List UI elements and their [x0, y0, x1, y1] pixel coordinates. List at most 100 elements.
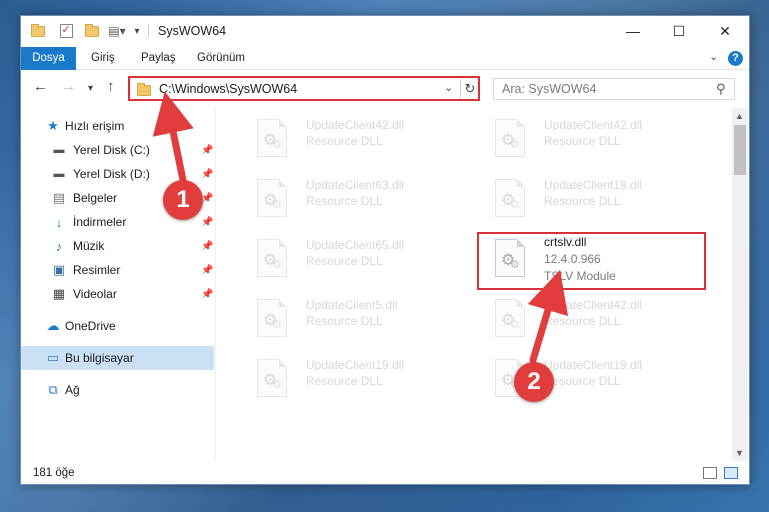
dll-file-icon: ⚙⚙: [257, 119, 287, 157]
sidebar-item-label: Resimler: [73, 263, 121, 277]
dll-file-icon: ⚙⚙: [495, 299, 525, 337]
file-item[interactable]: ⚙⚙ UpdateClient19.dll Resource DLL: [477, 172, 707, 224]
sidebar-item-this-pc[interactable]: ▭ Bu bilgisayar: [21, 346, 214, 370]
file-list: ⚙ ⚙ UpdateClient42.dll Resource DLL ⚙ ⚙ Up…: [217, 108, 732, 461]
dll-file-icon: ⚙⚙: [257, 359, 287, 397]
pin-icon[interactable]: 📌: [201, 241, 213, 252]
sidebar-item-label: OneDrive: [65, 319, 116, 333]
scroll-down-icon[interactable]: ▼: [735, 448, 744, 458]
expand-ribbon-icon[interactable]: ⌄: [709, 50, 718, 63]
sidebar-item-muzik[interactable]: ♪ Müzik 📌: [21, 234, 214, 258]
close-button[interactable]: ✕: [702, 16, 748, 46]
downloads-icon: ↓: [55, 214, 63, 230]
search-box[interactable]: Ara: SysWOW64 ⚲: [493, 78, 735, 100]
drive-icon: ▬: [53, 144, 65, 156]
sidebar-item-disk-c[interactable]: ▬ Yerel Disk (C:) 📌: [21, 138, 214, 162]
step-badge-1: 1: [163, 180, 203, 220]
details-view-icon[interactable]: [703, 467, 717, 479]
customize-icon[interactable]: ▤▾: [105, 22, 129, 40]
scrollbar-thumb[interactable]: [734, 125, 746, 175]
sidebar-item-label: Yerel Disk (D:): [73, 167, 150, 181]
sidebar-item-label: Müzik: [73, 239, 105, 253]
search-icon[interactable]: ⚲: [716, 81, 726, 97]
file-item[interactable]: ⚙ ⚙ UpdateClient42.dll Resource DLL: [477, 112, 707, 164]
pane-divider[interactable]: [215, 108, 216, 461]
highlight-box: [477, 232, 706, 290]
file-description: Resource DLL: [544, 374, 621, 388]
sidebar-item-videolar[interactable]: ▦ Videolar 📌: [21, 282, 214, 306]
file-description: Resource DLL: [306, 134, 383, 148]
sidebar-item-onedrive[interactable]: ☁ OneDrive: [21, 314, 214, 338]
large-icons-view-icon[interactable]: [724, 467, 738, 479]
dll-file-icon: ⚙⚙: [495, 119, 525, 157]
help-icon[interactable]: ?: [728, 51, 743, 66]
address-dropdown-icon[interactable]: ⌄: [444, 81, 453, 94]
file-item[interactable]: ⚙ ⚙ UpdateClient63.dll Resource DLL: [239, 172, 469, 224]
window-title: SysWOW64: [158, 24, 227, 38]
address-bar[interactable]: C:\Windows\SysWOW64 ⌄ ↻: [128, 76, 480, 101]
pin-icon[interactable]: 📌: [201, 265, 213, 276]
file-name: UpdateClient42.dll: [544, 118, 643, 132]
minimize-button[interactable]: —: [610, 16, 656, 46]
address-path[interactable]: C:\Windows\SysWOW64: [159, 82, 297, 96]
file-item[interactable]: ⚙⚙ UpdateClient19.dll Resource DLL: [477, 352, 707, 404]
drive-icon: ▬: [53, 168, 65, 180]
ribbon-tabs: Dosya Giriş Paylaş Görünüm ⌄ ?: [21, 47, 749, 70]
dll-file-icon: ⚙⚙: [495, 179, 525, 217]
file-item[interactable]: ⚙ ⚙ UpdateClient5.dll Resource DLL: [239, 292, 469, 344]
pin-icon[interactable]: 📌: [201, 169, 213, 180]
quick-access-item[interactable]: ★ Hızlı erişim: [21, 114, 214, 138]
file-item[interactable]: ⚙ ⚙ UpdateClient65.dll Resource DLL: [239, 232, 469, 284]
file-item[interactable]: ⚙ ⚙ UpdateClient42.dll Resource DLL: [477, 292, 707, 344]
properties-icon[interactable]: ✓: [57, 22, 75, 40]
forward-arrow-icon[interactable]: →: [61, 79, 76, 95]
sidebar-item-label: İndirmeler: [73, 215, 127, 229]
sidebar-item-label: Ağ: [65, 383, 80, 397]
maximize-button[interactable]: ☐: [656, 16, 702, 46]
cloud-icon: ☁: [46, 318, 60, 333]
back-arrow-icon[interactable]: ←: [33, 79, 48, 95]
documents-icon: ▤: [52, 190, 66, 205]
file-item[interactable]: ⚙⚙ UpdateClient19.dll Resource DLL: [239, 352, 469, 404]
title-separator: [148, 24, 149, 38]
tab-paylas[interactable]: Paylaş: [141, 47, 176, 70]
up-arrow-icon[interactable]: ↑: [107, 79, 115, 95]
quick-access-toolbar-dropdown[interactable]: ▾: [131, 22, 143, 40]
tab-dosya[interactable]: Dosya: [21, 47, 76, 70]
pin-icon[interactable]: 📌: [201, 289, 213, 300]
sidebar-item-label: Videolar: [73, 287, 117, 301]
sidebar-item-label: Belgeler: [73, 191, 118, 205]
status-bar: 181 öğe: [21, 462, 749, 484]
sidebar-item-resimler[interactable]: ▣ Resimler 📌: [21, 258, 214, 282]
navigation-bar: ← → ▾ ↑ C:\Windows\SysWOW64 ⌄ ↻ Ara: Sys…: [21, 71, 749, 106]
file-description: Resource DLL: [306, 314, 383, 328]
folder-icon: [29, 22, 47, 40]
tab-gorunum[interactable]: Görünüm: [197, 47, 245, 70]
refresh-icon[interactable]: ↻: [460, 79, 479, 98]
file-explorer-window: ✓ ▤▾ ▾ SysWOW64 — ☐ ✕ Dosya Giriş Paylaş…: [20, 15, 750, 485]
network-icon: ⧉: [48, 382, 58, 397]
new-folder-icon[interactable]: [83, 22, 101, 40]
file-name: UpdateClient19.dll: [306, 358, 405, 372]
step-badge-2: 2: [514, 362, 554, 402]
sidebar-item-network[interactable]: ⧉ Ağ: [21, 378, 214, 402]
sidebar-item-label: Bu bilgisayar: [65, 351, 134, 365]
recent-locations-dropdown[interactable]: ▾: [88, 81, 93, 97]
pin-icon[interactable]: 📌: [201, 217, 213, 228]
file-item[interactable]: ⚙ ⚙ UpdateClient42.dll Resource DLL: [239, 112, 469, 164]
pin-icon[interactable]: 📌: [201, 145, 213, 156]
item-count: 181 öğe: [33, 467, 75, 479]
search-placeholder[interactable]: Ara: SysWOW64: [502, 82, 596, 96]
tab-giris[interactable]: Giriş: [91, 47, 115, 70]
file-description: Resource DLL: [544, 314, 621, 328]
file-description: Resource DLL: [544, 134, 621, 148]
file-name: UpdateClient63.dll: [306, 178, 405, 192]
navigation-pane: ★ Hızlı erişim ▬ Yerel Disk (C:) 📌 ▬ Yer…: [21, 108, 214, 461]
file-name: UpdateClient42.dll: [544, 298, 643, 312]
vertical-scrollbar[interactable]: ▲ ▼: [732, 108, 748, 461]
file-description: Resource DLL: [306, 254, 383, 268]
star-icon: ★: [47, 118, 59, 133]
file-name: UpdateClient19.dll: [544, 178, 643, 192]
dll-file-icon: ⚙⚙: [257, 179, 287, 217]
scroll-up-icon[interactable]: ▲: [735, 111, 744, 121]
